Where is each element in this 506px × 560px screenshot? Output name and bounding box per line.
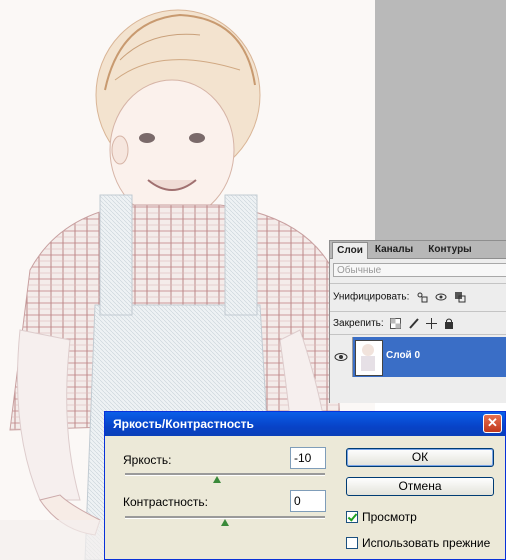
panel-tabs: Слои Каналы Контуры <box>330 241 506 259</box>
layer-name[interactable]: Слой 0 <box>386 350 420 361</box>
contrast-input[interactable]: 0 <box>290 490 326 512</box>
tab-layers[interactable]: Слои <box>332 242 368 259</box>
unify-label: Унифицировать: <box>333 291 410 303</box>
unify-visibility-icon[interactable] <box>435 291 447 303</box>
lock-label: Закрепить: <box>333 318 384 330</box>
unify-style-icon[interactable] <box>454 291 466 303</box>
divider <box>330 311 506 312</box>
layer-row[interactable]: Слой 0 <box>330 337 506 377</box>
lock-row: Закрепить: <box>333 318 454 329</box>
brightness-label: Яркость: <box>123 453 172 467</box>
dialog-titlebar[interactable]: Яркость/Контрастность ✕ <box>105 412 505 436</box>
unify-row: Унифицировать: <box>333 291 466 303</box>
workspace-background <box>375 0 506 240</box>
preview-checkbox[interactable] <box>346 511 358 523</box>
brightness-input[interactable]: -10 <box>290 447 326 469</box>
lock-pixels-brush-icon[interactable] <box>408 318 419 329</box>
legacy-label: Использовать прежние <box>362 536 491 550</box>
brightness-contrast-dialog: Яркость/Контрастность ✕ Яркость: -10 Кон… <box>104 411 506 560</box>
tab-channels[interactable]: Каналы <box>368 242 420 257</box>
divider <box>330 334 506 335</box>
lock-transparency-icon[interactable] <box>390 318 402 329</box>
unify-position-icon[interactable] <box>416 291 428 303</box>
contrast-slider-thumb[interactable] <box>221 519 229 526</box>
close-icon: ✕ <box>487 415 498 430</box>
blend-mode-select[interactable]: Обычные <box>333 263 506 277</box>
legacy-checkbox[interactable] <box>346 537 358 549</box>
ok-button[interactable]: ОК <box>346 448 494 467</box>
lock-position-move-icon[interactable] <box>426 318 438 329</box>
divider <box>330 283 506 284</box>
close-button[interactable]: ✕ <box>483 414 502 433</box>
eye-icon <box>334 353 348 361</box>
dialog-title: Яркость/Контрастность <box>113 417 254 431</box>
brightness-slider-thumb[interactable] <box>213 476 221 483</box>
cancel-button[interactable]: Отмена <box>346 477 494 496</box>
visibility-toggle[interactable] <box>330 337 353 377</box>
lock-all-icon[interactable] <box>444 318 454 329</box>
preview-label: Просмотр <box>362 510 417 524</box>
contrast-label: Контрастность: <box>123 495 209 509</box>
tab-paths[interactable]: Контуры <box>422 242 478 257</box>
layer-thumbnail <box>355 340 383 376</box>
layers-panel: Слои Каналы Контуры Обычные Унифицироват… <box>329 240 506 403</box>
brightness-slider-track[interactable] <box>125 473 325 476</box>
